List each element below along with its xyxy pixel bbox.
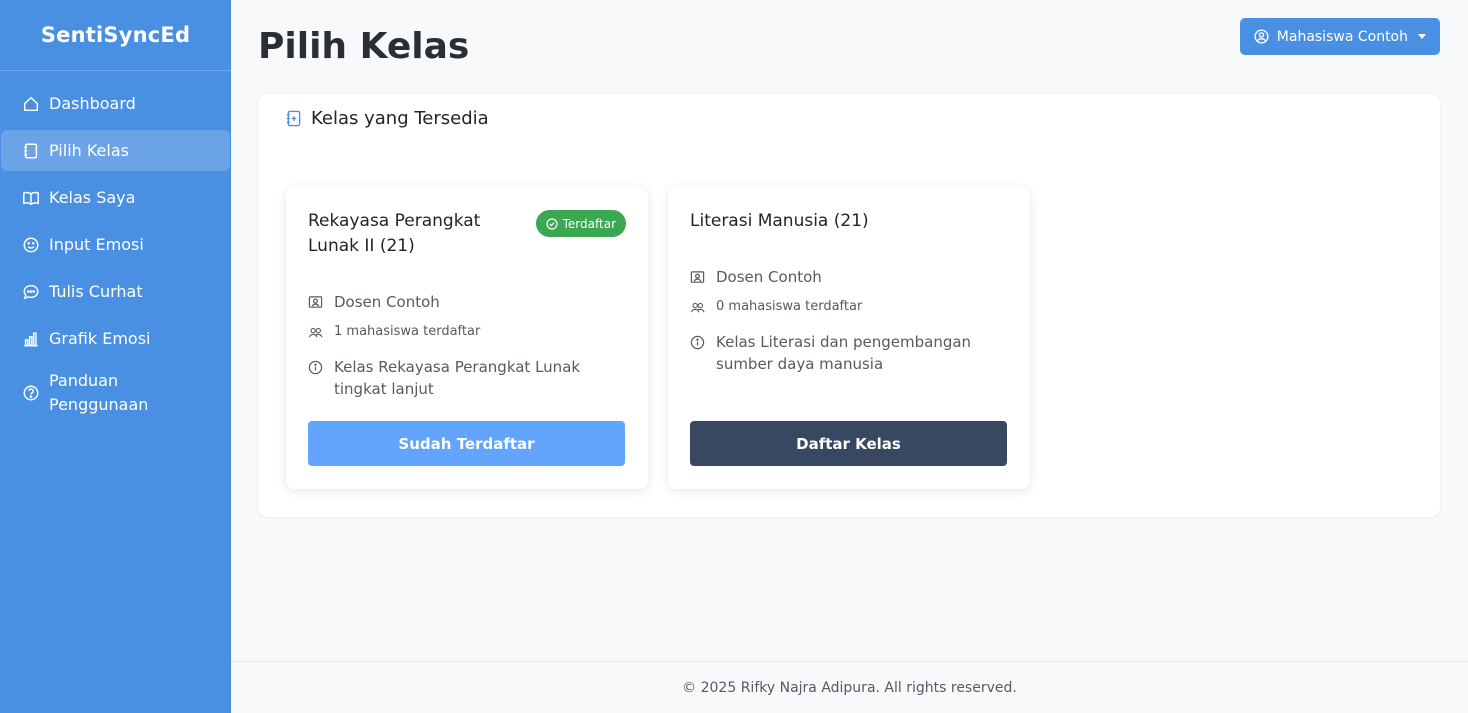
- class-description: Kelas Literasi dan pengembangan sumber d…: [716, 333, 972, 373]
- sidebar-item-pilih-kelas[interactable]: Pilih Kelas: [1, 130, 230, 171]
- sidebar-item-label: Kelas Saya: [49, 187, 136, 207]
- user-menu-label: Mahasiswa Contoh: [1276, 28, 1408, 45]
- class-card: Rekayasa Perangkat Lunak II (21) Terdaft…: [286, 187, 648, 489]
- sidebar-item-label: Panduan Penggunaan: [49, 371, 149, 414]
- status-badge: Terdaftar: [535, 210, 626, 237]
- sidebar-item-dashboard[interactable]: Dashboard: [1, 83, 230, 124]
- sidebar-item-label: Dashboard: [49, 93, 136, 113]
- class-name: Rekayasa Perangkat Lunak II (21): [308, 211, 481, 256]
- description-row: Kelas Rekayasa Perangkat Lunak tingkat l…: [308, 356, 604, 400]
- user-menu-button[interactable]: Mahasiswa Contoh: [1239, 18, 1440, 55]
- sidebar-item-grafik-emosi[interactable]: Grafik Emosi: [1, 318, 230, 359]
- help-icon: [21, 383, 41, 403]
- enroll-class-button[interactable]: Daftar Kelas: [690, 421, 1007, 466]
- panel-title: Kelas yang Tersedia: [311, 108, 489, 129]
- page-title: Pilih Kelas: [258, 26, 470, 67]
- sidebar-item-label: Grafik Emosi: [49, 328, 151, 348]
- copyright-text: © 2025 Rifky Najra Adipura. All rights r…: [682, 679, 1017, 696]
- lecturer-name: Dosen Contoh: [716, 268, 822, 286]
- description-row: Kelas Literasi dan pengembangan sumber d…: [690, 331, 986, 375]
- sidebar-item-panduan-penggunaan[interactable]: Panduan Penggunaan: [1, 365, 230, 421]
- sidebar-item-label: Pilih Kelas: [49, 140, 129, 160]
- students-row: 0 mahasiswa terdaftar: [690, 296, 986, 318]
- footer: © 2025 Rifky Najra Adipura. All rights r…: [231, 661, 1468, 713]
- registered-button[interactable]: Sudah Terdaftar: [308, 421, 625, 466]
- info-circle-icon: [690, 331, 706, 353]
- students-row: 1 mahasiswa terdaftar: [308, 321, 604, 343]
- journal-plus-icon: [285, 110, 302, 127]
- class-card: Literasi Manusia (21) Dosen Contoh 0 mah…: [668, 187, 1030, 489]
- chevron-down-icon: [1418, 34, 1426, 39]
- info-circle-icon: [308, 356, 324, 378]
- notebook-icon: [21, 141, 41, 161]
- class-description: Kelas Rekayasa Perangkat Lunak tingkat l…: [334, 358, 581, 398]
- status-badge-label: Terdaftar: [562, 216, 616, 231]
- panel-header: Kelas yang Tersedia: [285, 108, 489, 129]
- people-icon: [308, 321, 324, 343]
- person-board-icon: [690, 266, 706, 288]
- bar-chart-icon: [21, 329, 41, 349]
- book-icon: [21, 188, 41, 208]
- available-classes-panel: Kelas yang Tersedia Rekayasa Perangkat L…: [258, 94, 1440, 517]
- sidebar-nav: Dashboard Pilih Kelas Kelas Saya Input E…: [0, 71, 231, 421]
- sidebar-item-tulis-curhat[interactable]: Tulis Curhat: [1, 271, 230, 312]
- student-count: 0 mahasiswa terdaftar: [716, 299, 863, 314]
- sidebar: SentiSyncEd Dashboard Pilih Kelas Kelas …: [0, 0, 231, 713]
- sidebar-item-kelas-saya[interactable]: Kelas Saya: [1, 177, 230, 218]
- sidebar-item-label: Tulis Curhat: [49, 281, 143, 301]
- sidebar-item-input-emosi[interactable]: Input Emosi: [1, 224, 230, 265]
- chat-icon: [21, 282, 41, 302]
- user-circle-icon: [1254, 29, 1269, 44]
- people-icon: [690, 296, 706, 318]
- smile-icon: [21, 235, 41, 255]
- sidebar-item-label: Input Emosi: [49, 234, 144, 254]
- student-count: 1 mahasiswa terdaftar: [334, 324, 481, 339]
- check-circle-icon: [546, 217, 558, 230]
- lecturer-name: Dosen Contoh: [334, 293, 440, 311]
- main-content: Pilih Kelas Mahasiswa Contoh Kelas yang …: [231, 0, 1468, 713]
- brand-logo[interactable]: SentiSyncEd: [0, 0, 231, 71]
- class-name: Literasi Manusia (21): [690, 211, 869, 231]
- home-icon: [21, 94, 41, 114]
- person-board-icon: [308, 291, 324, 313]
- lecturer-row: Dosen Contoh: [308, 291, 604, 313]
- lecturer-row: Dosen Contoh: [690, 266, 986, 288]
